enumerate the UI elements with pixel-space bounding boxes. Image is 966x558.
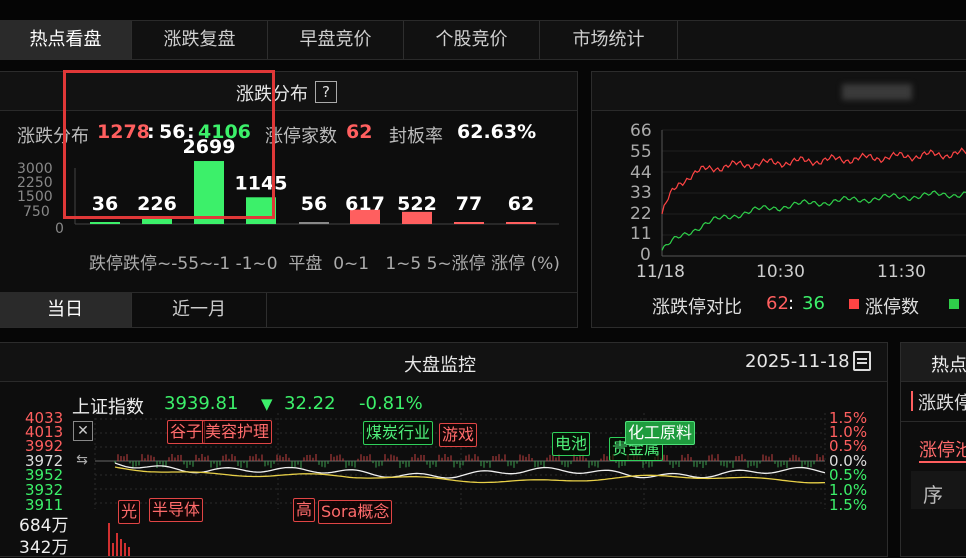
concept-tag[interactable]: 光	[118, 500, 141, 524]
limit-compare-line-chart	[661, 129, 966, 257]
period-tab-today[interactable]: 当日	[0, 293, 131, 327]
dist-bar-label: 617	[345, 193, 385, 215]
tab-rise-fall-review[interactable]: 涨跌复盘	[132, 21, 268, 59]
concept-tag[interactable]: 煤炭行业	[363, 421, 434, 445]
side-accent-bar	[911, 391, 913, 411]
limit-legend-label: 涨跌停对比	[652, 297, 742, 318]
dist-bar-label: 522	[397, 193, 437, 215]
limit-up-line	[661, 147, 966, 215]
tab-market-stats[interactable]: 市场统计	[540, 21, 678, 59]
dist-x-axis-labels: 跌停跌停~-55~-1 -1~0 平盘 0~1 1~5 5~涨停 涨停 (%)	[89, 254, 560, 274]
legend-up-swatch	[849, 299, 859, 309]
dist-bar-label: 77	[456, 193, 482, 215]
tab-stock-auction[interactable]: 个股竞价	[404, 21, 540, 59]
concept-tag[interactable]: 高	[293, 498, 316, 522]
dist-bar	[299, 222, 329, 224]
limit-ratio-sep: :	[788, 293, 795, 314]
concept-tag[interactable]: 游戏	[439, 423, 478, 447]
tab-morning-auction[interactable]: 早盘竞价	[268, 21, 404, 59]
market-monitor-panel: 大盘监控 2025-11-18 上证指数 3939.81 ▼ 32.22 -0.…	[0, 342, 888, 557]
side-divider	[901, 421, 966, 422]
concept-tag[interactable]: 美容护理	[202, 420, 273, 444]
limit-compare-panel: 66 55 44 33 22 11 0 11/18 10:30 11:30 涨跌…	[591, 71, 966, 328]
concept-tag[interactable]: Sora概念	[318, 500, 393, 524]
limit-x-tick: 11/18	[636, 262, 685, 282]
dist-bar	[506, 222, 536, 224]
period-tab-month[interactable]: 近一月	[131, 293, 267, 327]
dist-bar	[454, 222, 484, 224]
limit-ratio-down: 36	[802, 293, 825, 314]
dist-bar-label: 62	[508, 193, 534, 215]
index-intraday-chart	[94, 413, 826, 556]
highlight-box	[63, 70, 275, 219]
concept-tag[interactable]: 电池	[552, 432, 591, 456]
side-panel-title: 热点	[931, 355, 966, 376]
side-column-seq: 序	[923, 483, 943, 507]
limit-down-line	[661, 190, 966, 251]
side-item-rise-fall[interactable]: 涨跌停	[918, 389, 966, 415]
dist-bar	[142, 218, 172, 224]
limit-x-tick: 10:30	[756, 262, 805, 282]
limit-x-tick: 11:30	[877, 262, 926, 282]
concept-tag[interactable]: 化工原料	[625, 421, 696, 445]
legend-down-swatch	[949, 299, 959, 309]
side-panel: 热点 涨跌停 涨停池 序	[900, 342, 966, 557]
index-price-line	[114, 462, 826, 479]
concept-tag[interactable]: 谷子	[167, 420, 206, 444]
tab-hot-watch[interactable]: 热点看盘	[0, 21, 132, 59]
legend-up-label: 涨停数	[865, 297, 919, 318]
limit-ratio-up: 62	[766, 293, 789, 314]
main-tab-bar: 热点看盘 涨跌复盘 早盘竞价 个股竞价 市场统计	[0, 20, 966, 60]
dist-bar-label: 56	[301, 193, 327, 215]
concept-tag[interactable]: 半导体	[149, 498, 204, 522]
side-item-limit-pool[interactable]: 涨停池	[919, 436, 966, 462]
top-strip	[0, 0, 966, 20]
side-item-underline	[919, 461, 966, 463]
dist-bar	[90, 222, 120, 224]
